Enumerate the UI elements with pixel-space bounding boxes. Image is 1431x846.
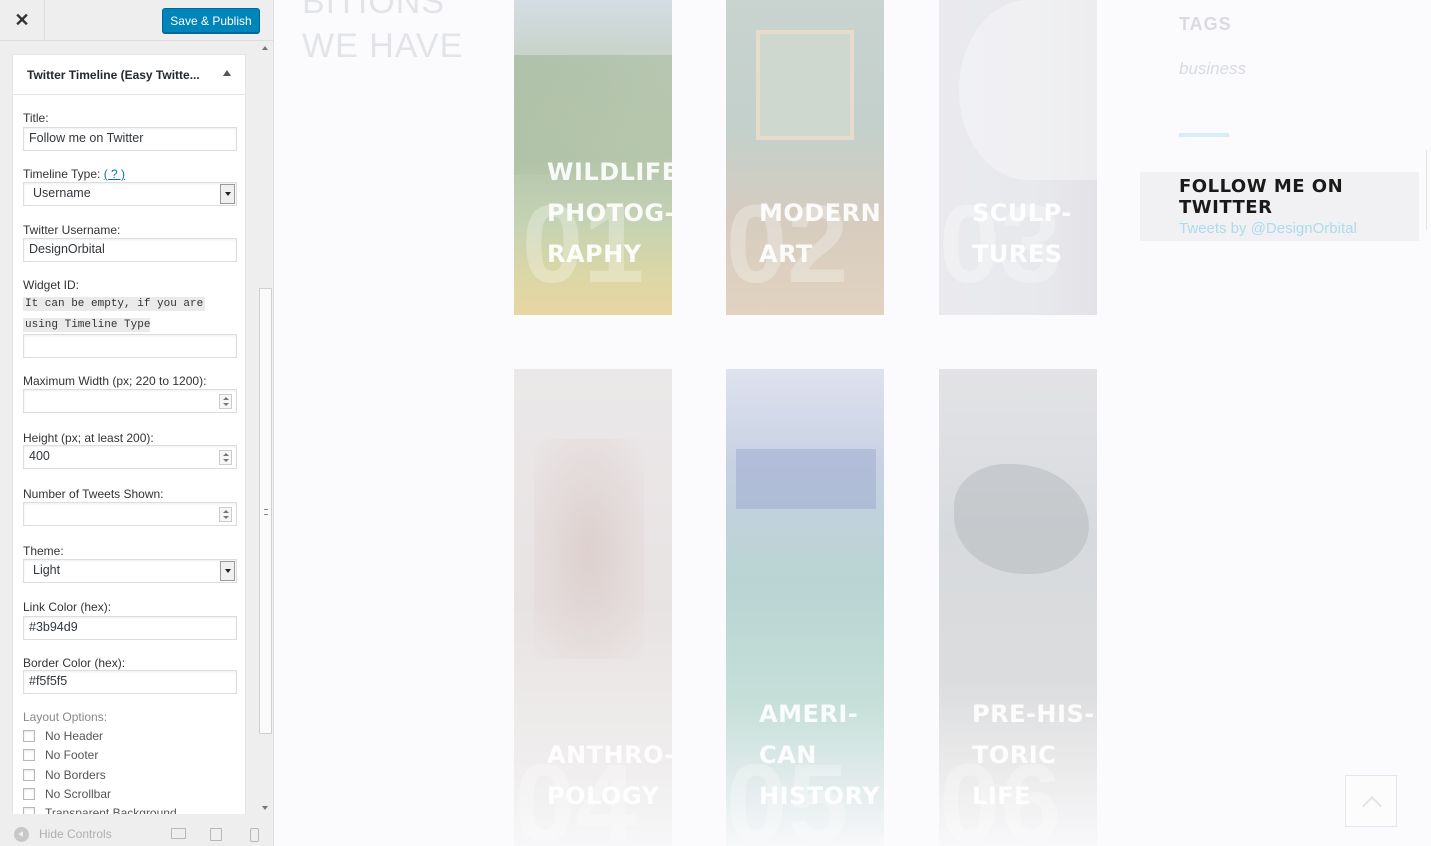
edit-shortcut-edge (1426, 150, 1431, 230)
timeline-type-label-text: Timeline Type: (23, 167, 101, 181)
title-label: Title: (23, 111, 49, 125)
save-publish-button[interactable]: Save & Publish (162, 8, 260, 33)
layout-options-label: Layout Options: (23, 710, 108, 724)
card-title: AMERI-CAN HISTORY (759, 700, 881, 810)
timeline-type-help-link[interactable]: ( ? ) (104, 167, 125, 181)
site-preview: BITIONS WE HAVE 01 WILDLIFE PHOTOG-RAPHY… (274, 0, 1431, 846)
transparent-background-label: Transparent Background (45, 806, 177, 814)
exhibit-card-modern-art[interactable]: 02 MODERN ART (726, 0, 884, 315)
customizer-sidebar: ✕ Save & Publish Twitter Timeline (Easy … (0, 0, 274, 846)
no-header-label: No Header (45, 729, 104, 743)
exhibit-card-american-history[interactable]: 05 AMERI-CAN HISTORY (726, 369, 884, 846)
no-borders-option[interactable]: No Borders (23, 768, 106, 782)
dropdown-arrow-icon[interactable] (220, 184, 235, 204)
height-stepper[interactable]: 400 (23, 445, 237, 469)
card-title: WILDLIFE PHOTOG-RAPHY (547, 158, 672, 268)
tweets-count-label: Number of Tweets Shown: (23, 487, 164, 501)
no-footer-label: No Footer (45, 748, 99, 762)
scroll-down-icon[interactable] (262, 806, 268, 810)
widget-id-note-line1: It can be empty, if you are (23, 297, 206, 311)
section-heading-line2: WE HAVE (302, 27, 464, 65)
twitter-timeline-widget: Twitter Timeline (Easy Twitte... Title: … (12, 54, 246, 814)
customizer-header: ✕ Save & Publish (0, 0, 273, 41)
card-image (534, 439, 644, 659)
mobile-preview-icon[interactable] (250, 828, 259, 842)
theme-value: Light (33, 563, 61, 577)
timeline-type-value: Username (33, 186, 91, 200)
section-heading-line1: BITIONS (302, 0, 446, 21)
close-icon[interactable]: ✕ (0, 0, 45, 41)
link-color-field[interactable]: #3b94d9 (23, 616, 237, 640)
max-width-label: Maximum Width (px; 220 to 1200): (23, 374, 207, 388)
widget-title: Twitter Timeline (Easy Twitte... (27, 67, 200, 82)
divider (1179, 133, 1229, 137)
height-label: Height (px; at least 200): (23, 431, 154, 445)
no-borders-label: No Borders (45, 768, 106, 782)
widget-id-label: Widget ID: (23, 278, 80, 292)
border-color-field[interactable]: #f5f5f5 (23, 670, 237, 694)
tags-heading: TAGS (1179, 14, 1232, 34)
checkbox[interactable] (23, 730, 35, 742)
card-title: PRE-HIS-TORIC LIFE (972, 700, 1095, 810)
exhibit-card-anthropology[interactable]: 04 ANTHRO-POLOGY (514, 369, 672, 846)
theme-label: Theme: (23, 544, 64, 558)
hide-controls-icon[interactable] (14, 826, 29, 842)
username-field[interactable]: DesignOrbital (23, 238, 237, 262)
transparent-background-option[interactable]: Transparent Background (23, 806, 177, 814)
no-scrollbar-label: No Scrollbar (45, 787, 112, 801)
checkbox[interactable] (23, 807, 35, 814)
card-image (959, 0, 1097, 180)
twitter-widget-title: FOLLOW ME ON TWITTER (1179, 176, 1344, 218)
max-width-stepper[interactable] (23, 389, 237, 413)
widget-header[interactable]: Twitter Timeline (Easy Twitte... (13, 55, 245, 95)
checkbox[interactable] (23, 788, 35, 800)
theme-select[interactable]: Light (23, 559, 237, 583)
desktop-preview-icon[interactable] (171, 828, 186, 839)
checkbox[interactable] (23, 749, 35, 761)
widget-id-field[interactable] (23, 334, 237, 358)
border-color-label: Border Color (hex): (23, 656, 126, 670)
collapse-arrow-icon[interactable] (223, 70, 231, 76)
title-field[interactable]: Follow me on Twitter (23, 127, 237, 151)
scrollbar-thumb[interactable] (259, 288, 272, 734)
no-header-option[interactable]: No Header (23, 729, 103, 743)
card-image (756, 30, 854, 140)
sidebar-scrollbar[interactable] (258, 42, 273, 814)
tweets-count-stepper[interactable] (23, 502, 237, 526)
card-title: MODERN ART (759, 199, 882, 268)
no-scrollbar-option[interactable]: No Scrollbar (23, 787, 111, 801)
tablet-preview-icon[interactable] (210, 828, 222, 841)
card-title: ANTHRO-POLOGY (547, 741, 672, 810)
spinner-icon[interactable] (219, 394, 232, 409)
checkbox[interactable] (23, 769, 35, 781)
card-image (954, 464, 1089, 574)
scroll-up-icon[interactable] (262, 46, 268, 50)
card-title: SCULP-TURES (972, 199, 1072, 268)
exhibit-card-sculptures[interactable]: 03 SCULP-TURES (939, 0, 1097, 315)
customizer-footer: Hide Controls (0, 822, 273, 846)
no-footer-option[interactable]: No Footer (23, 748, 98, 762)
section-heading: BITIONS WE HAVE (302, 0, 463, 68)
timeline-type-select[interactable]: Username (23, 182, 237, 206)
dropdown-arrow-icon[interactable] (220, 561, 235, 581)
link-color-label: Link Color (hex): (23, 600, 112, 614)
widget-panel: Twitter Timeline (Easy Twitte... Title: … (0, 42, 258, 814)
tag-link[interactable]: business (1179, 59, 1246, 79)
height-value: 400 (29, 449, 50, 463)
spinner-icon[interactable] (219, 450, 232, 465)
hide-controls-button[interactable]: Hide Controls (39, 827, 112, 841)
timeline-type-label: Timeline Type: ( ? ) (23, 167, 125, 181)
back-to-top-button[interactable] (1345, 775, 1397, 827)
exhibit-card-wildlife[interactable]: 01 WILDLIFE PHOTOG-RAPHY (514, 0, 672, 315)
grip-icon (264, 509, 268, 515)
twitter-timeline-link[interactable]: Tweets by @DesignOrbital (1179, 220, 1357, 237)
card-image (736, 449, 876, 509)
exhibit-card-prehistoric-life[interactable]: 06 PRE-HIS-TORIC LIFE (939, 369, 1097, 846)
spinner-icon[interactable] (219, 507, 232, 522)
username-label: Twitter Username: (23, 223, 121, 237)
